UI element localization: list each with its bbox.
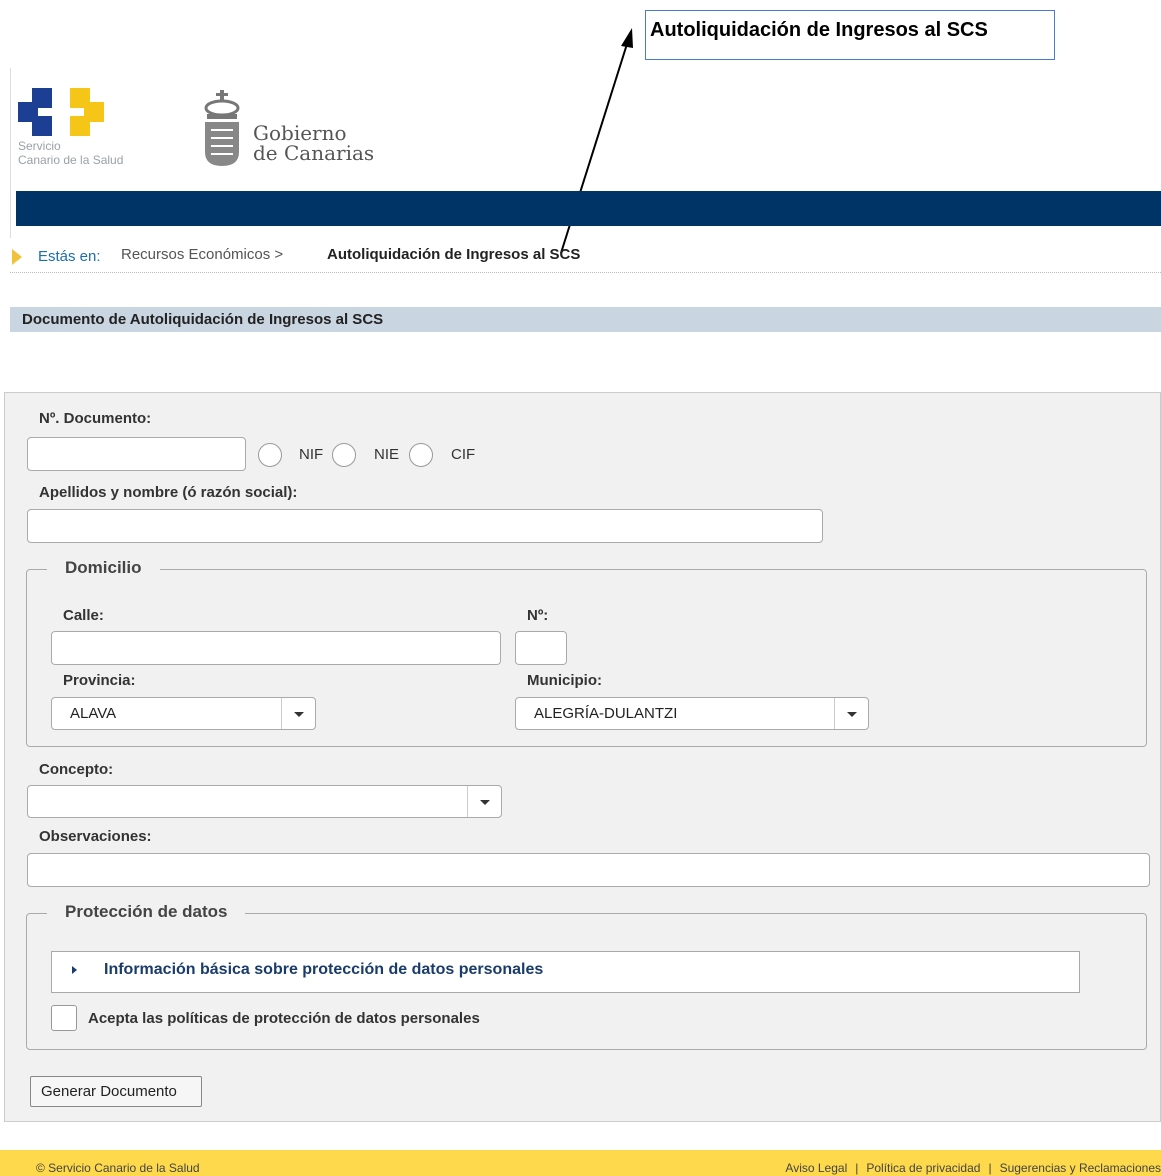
radio-nif-label: NIF — [299, 446, 324, 463]
footer-link-sugerencias[interactable]: Sugerencias y Reclamaciones — [1000, 1161, 1161, 1175]
footer-link-aviso-legal[interactable]: Aviso Legal — [785, 1161, 847, 1175]
footer: © Servicio Canario de la Salud Aviso Leg… — [0, 1150, 1161, 1176]
domicilio-legend: Domicilio — [47, 558, 160, 578]
generar-documento-button[interactable]: Generar Documento — [30, 1076, 202, 1107]
municipio-label: Municipio: — [527, 672, 602, 689]
callout-title: Autoliquidación de Ingresos al SCS — [645, 10, 1055, 60]
numero-label: Nº: — [527, 607, 549, 624]
municipio-select[interactable]: ALEGRÍA-DULANTZI — [515, 697, 869, 730]
provincia-value: ALAVA — [70, 705, 117, 722]
gc-logo-line2: de Canarias — [253, 141, 375, 165]
observaciones-label: Observaciones: — [39, 828, 152, 845]
radio-nie[interactable] — [332, 443, 356, 467]
calle-input[interactable] — [51, 631, 501, 665]
footer-link-privacidad[interactable]: Política de privacidad — [866, 1161, 980, 1175]
observaciones-input[interactable] — [27, 853, 1150, 887]
accept-label: Acepta las políticas de protección de da… — [88, 1010, 480, 1027]
info-proteccion-toggle[interactable]: Información básica sobre protección de d… — [51, 951, 1080, 993]
scs-logo-line2: Canario de la Salud — [18, 153, 124, 167]
section-title: Documento de Autoliquidación de Ingresos… — [10, 307, 1161, 332]
name-input[interactable] — [27, 509, 823, 543]
radio-cif[interactable] — [409, 443, 433, 467]
radio-cif-label: CIF — [451, 446, 476, 463]
footer-copyright: © Servicio Canario de la Salud — [36, 1161, 200, 1175]
caret-right-icon — [72, 966, 77, 974]
chevron-down-icon — [834, 698, 868, 729]
coat-of-arms-icon — [204, 90, 240, 166]
breadcrumb-link-recursos[interactable]: Recursos Económicos > — [121, 246, 283, 263]
navbar — [16, 191, 1161, 226]
divider — [10, 272, 1161, 273]
scs-logo-line1: Servicio — [18, 139, 61, 153]
breadcrumb-marker-icon — [12, 249, 22, 265]
chevron-down-icon — [281, 698, 315, 729]
radio-nie-label: NIE — [374, 446, 400, 463]
provincia-label: Provincia: — [63, 672, 136, 689]
scs-logo[interactable]: Servicio Canario de la Salud — [18, 88, 178, 178]
info-proteccion-label: Información básica sobre protección de d… — [104, 961, 544, 978]
doc-number-label: Nº. Documento: — [39, 410, 152, 427]
gobierno-canarias-logo[interactable]: Gobierno de Canarias — [203, 90, 403, 170]
radio-nif[interactable] — [258, 443, 282, 467]
breadcrumb-prefix: Estás en: — [38, 248, 101, 265]
numero-input[interactable] — [515, 631, 567, 665]
calle-label: Calle: — [63, 607, 104, 624]
concepto-select[interactable] — [27, 785, 502, 818]
provincia-select[interactable]: ALAVA — [51, 697, 316, 730]
name-label: Apellidos y nombre (ó razón social): — [39, 484, 298, 501]
accept-checkbox[interactable] — [51, 1005, 77, 1031]
breadcrumb-current: Autoliquidación de Ingresos al SCS — [327, 246, 581, 263]
doc-number-input[interactable] — [27, 437, 246, 471]
footer-separator: | — [988, 1161, 992, 1175]
chevron-down-icon — [467, 786, 501, 817]
proteccion-legend: Protección de datos — [47, 902, 246, 922]
footer-separator: | — [855, 1161, 859, 1175]
concepto-label: Concepto: — [39, 761, 114, 778]
municipio-value: ALEGRÍA-DULANTZI — [534, 705, 678, 722]
